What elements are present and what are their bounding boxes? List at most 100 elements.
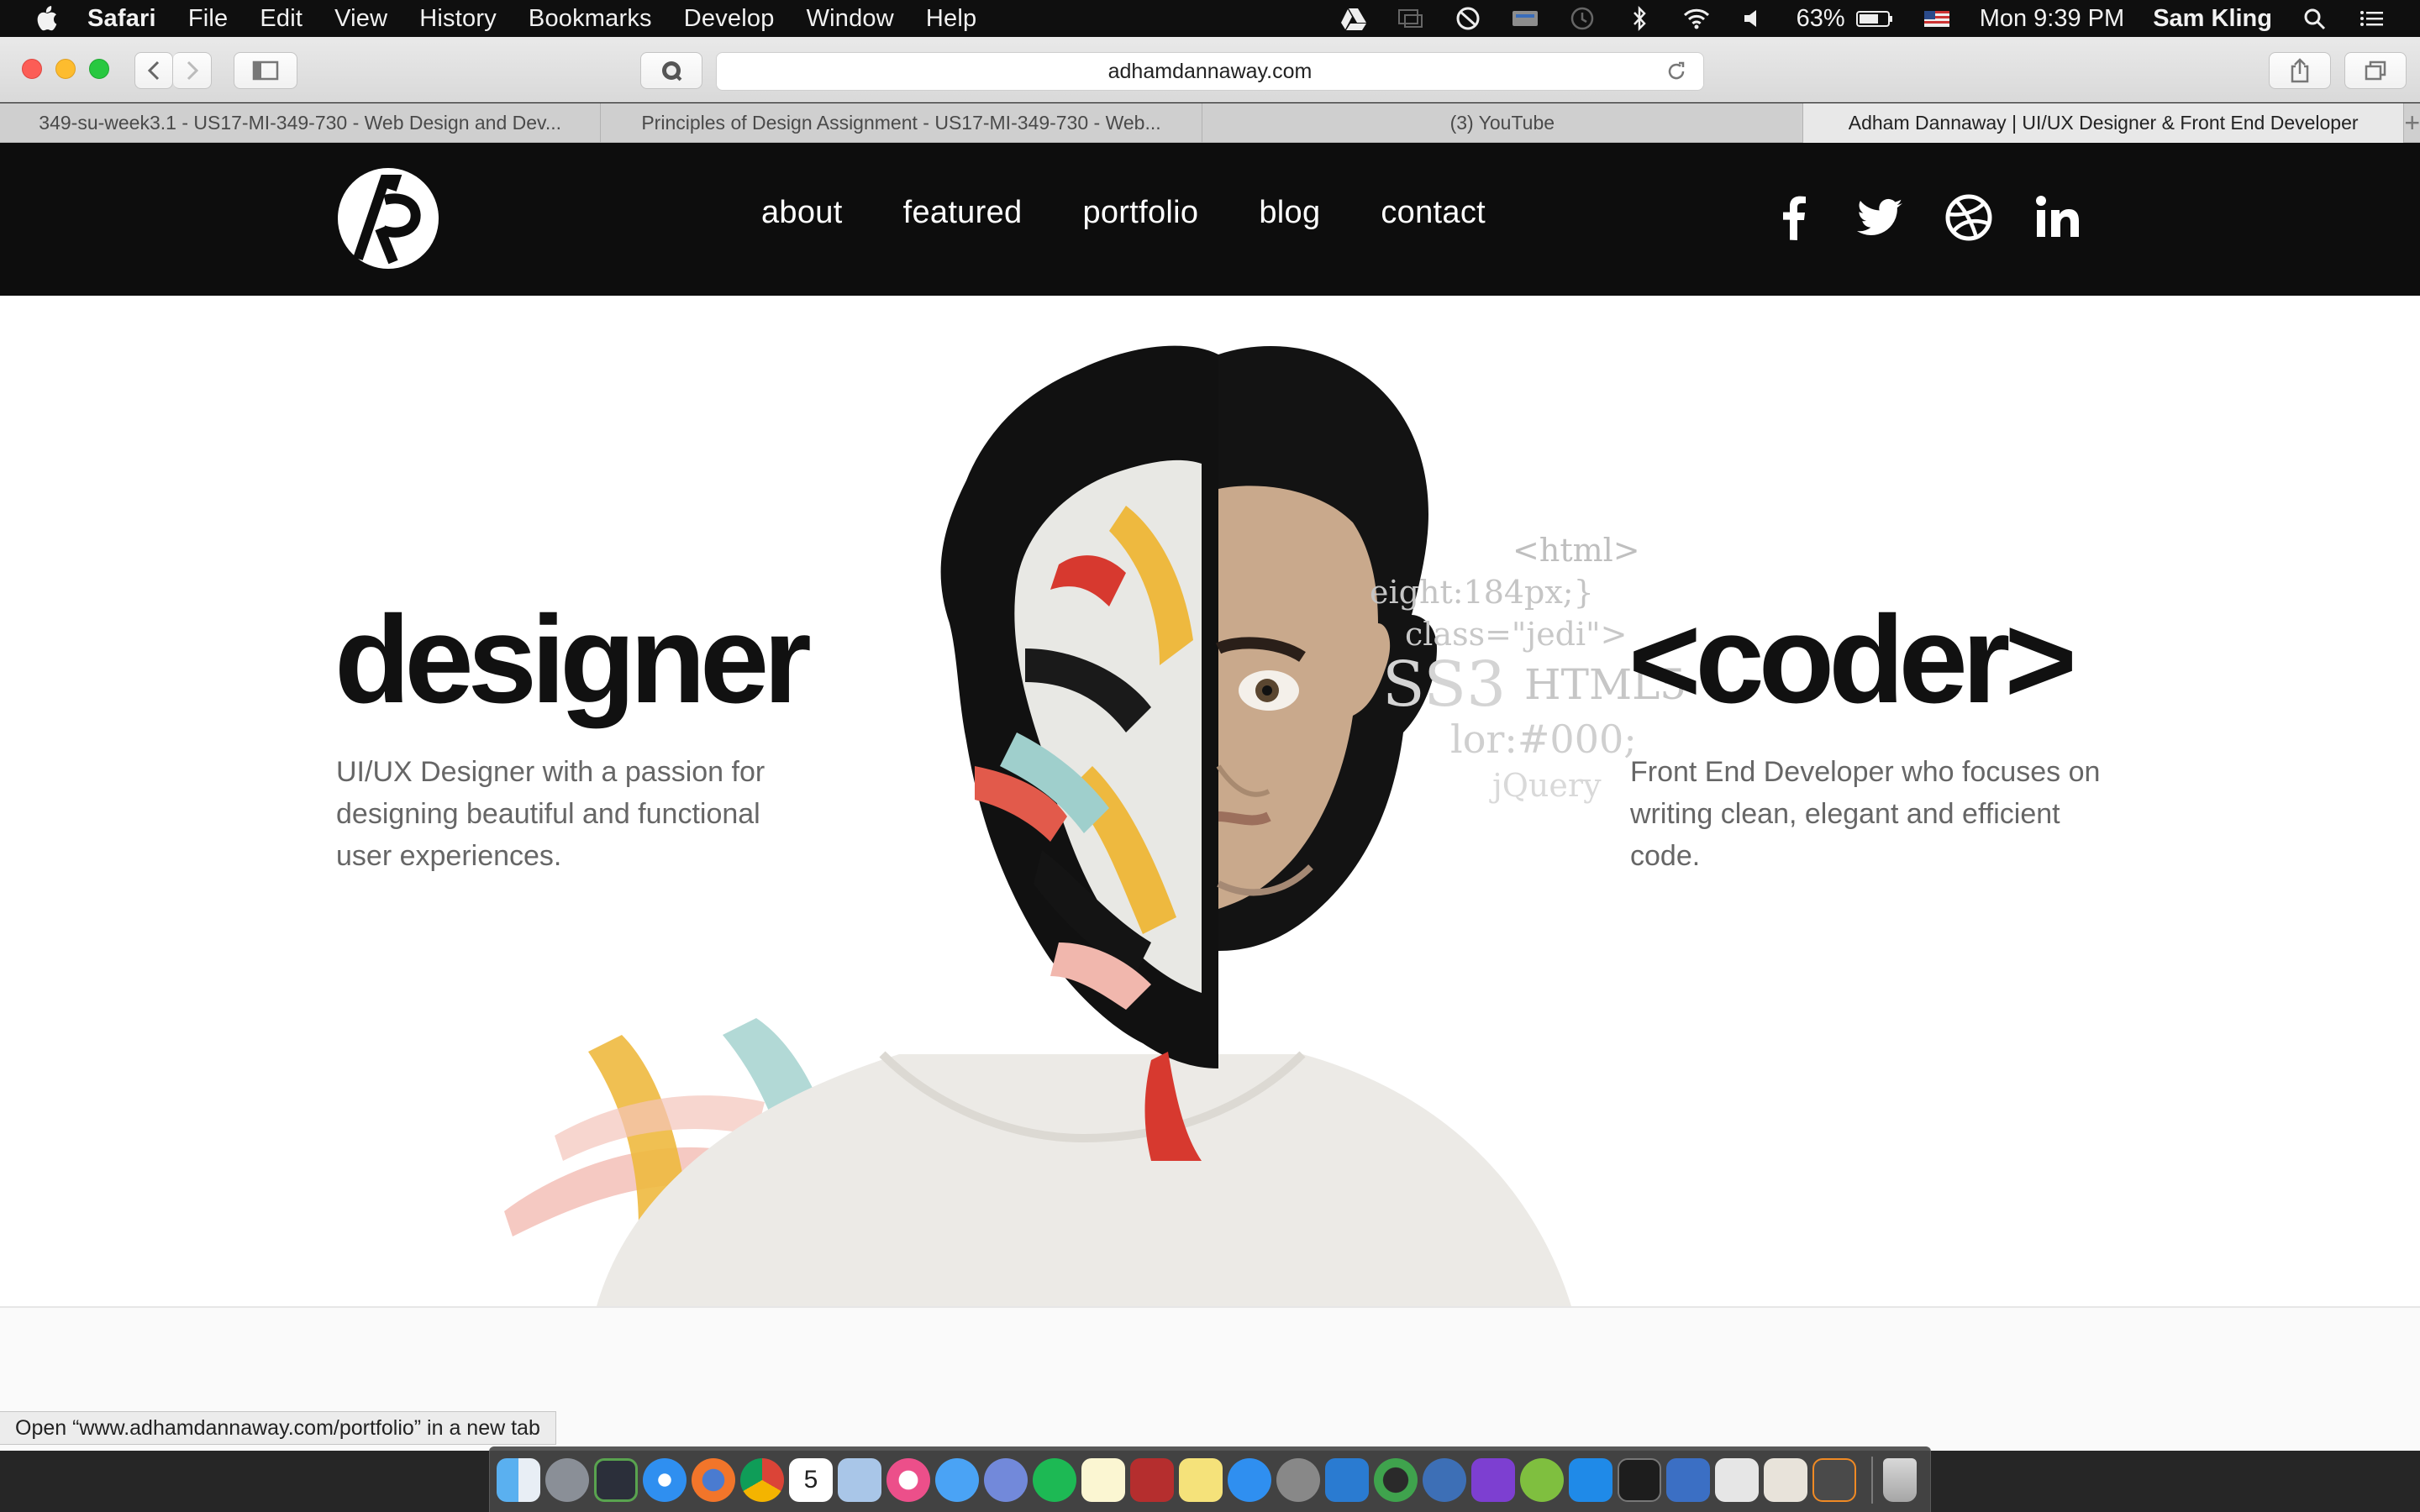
- firefox-icon[interactable]: [692, 1457, 735, 1502]
- menu-file[interactable]: File: [188, 5, 229, 33]
- remote-desktop-icon[interactable]: [1666, 1457, 1710, 1502]
- android-studio-icon[interactable]: [1520, 1457, 1564, 1502]
- linkedin-icon[interactable]: [2032, 192, 2084, 244]
- wifi-icon[interactable]: [1682, 6, 1711, 31]
- us-flag-icon[interactable]: [1923, 6, 1951, 31]
- preview-icon[interactable]: [838, 1457, 881, 1502]
- system-preferences-icon[interactable]: [1276, 1457, 1320, 1502]
- stickies-icon[interactable]: [1179, 1457, 1223, 1502]
- share-icon: [2291, 58, 2309, 83]
- search-icon: [662, 61, 682, 81]
- dock-separator: [1871, 1456, 1873, 1504]
- sidebar-icon: [252, 60, 279, 81]
- tab-web-design-week[interactable]: 349-su-week3.1 - US17-MI-349-730 - Web D…: [0, 103, 602, 143]
- discord-icon[interactable]: [984, 1457, 1028, 1502]
- eclipse-icon[interactable]: [1374, 1457, 1418, 1502]
- phpstorm-icon[interactable]: [1471, 1457, 1515, 1502]
- finder-icon[interactable]: [497, 1457, 540, 1502]
- menu-develop[interactable]: Develop: [684, 5, 775, 33]
- new-tab-button[interactable]: +: [2404, 103, 2420, 142]
- link-status-bar: Open “www.adhamdannaway.com/portfolio” i…: [0, 1411, 556, 1445]
- nav-featured[interactable]: featured: [903, 195, 1023, 231]
- mission-control-icon[interactable]: [594, 1457, 638, 1502]
- browser-toolbar: adhamdannaway.com: [0, 37, 2420, 102]
- menu-help[interactable]: Help: [926, 5, 976, 33]
- address-bar[interactable]: adhamdannaway.com: [716, 52, 1704, 91]
- site-header: about featured portfolio blog contact: [0, 143, 2420, 296]
- sublime-icon[interactable]: [1812, 1457, 1856, 1502]
- pages-icon[interactable]: [1715, 1457, 1759, 1502]
- menu-bookmarks[interactable]: Bookmarks: [529, 5, 652, 33]
- spotify-icon[interactable]: [1033, 1457, 1076, 1502]
- xcode-icon[interactable]: [1569, 1457, 1612, 1502]
- forward-button[interactable]: [173, 52, 212, 89]
- r-icon[interactable]: [1423, 1457, 1466, 1502]
- designer-heading: designer: [334, 591, 812, 729]
- menu-history[interactable]: History: [419, 5, 497, 33]
- bluetooth-icon[interactable]: [1625, 5, 1654, 32]
- spotlight-search-icon[interactable]: [2301, 6, 2329, 31]
- app-store-icon[interactable]: [1228, 1457, 1271, 1502]
- safari-icon[interactable]: [643, 1457, 687, 1502]
- itunes-icon[interactable]: [886, 1457, 930, 1502]
- show-tabs-button[interactable]: [2344, 52, 2407, 89]
- volume-icon[interactable]: [1739, 6, 1768, 31]
- calendar-icon[interactable]: 5: [789, 1457, 833, 1502]
- code-snippet-class: class="jedi">: [1405, 616, 1627, 653]
- visual-studio-code-icon[interactable]: [1325, 1457, 1369, 1502]
- tab-principles-of-design[interactable]: Principles of Design Assignment - US17-M…: [601, 103, 1202, 143]
- coder-description: Front End Developer who focuses on writi…: [1630, 756, 2101, 872]
- site-logo[interactable]: [336, 166, 440, 270]
- notification-center-icon[interactable]: [2358, 6, 2386, 31]
- launchpad-icon[interactable]: [545, 1457, 589, 1502]
- calendar-day: 5: [803, 1465, 818, 1494]
- nav-portfolio[interactable]: portfolio: [1082, 195, 1198, 231]
- nav-contact[interactable]: contact: [1381, 195, 1486, 231]
- coder-heading: <coder>: [1628, 591, 2077, 729]
- code-snippet-height: eight:184px;}: [1370, 574, 1594, 611]
- code-snippet-css3: SS3: [1382, 648, 1506, 721]
- minimize-window-button[interactable]: [55, 59, 76, 79]
- menu-safari[interactable]: Safari: [87, 5, 156, 33]
- search-engine-button[interactable]: [640, 52, 702, 89]
- dock: 5: [489, 1446, 1931, 1512]
- dribbble-icon[interactable]: [1943, 192, 1995, 244]
- close-window-button[interactable]: [22, 59, 42, 79]
- time-machine-icon[interactable]: [1568, 6, 1597, 31]
- screen-mirror-icon[interactable]: [1397, 6, 1425, 31]
- tab-adham-dannaway[interactable]: Adham Dannaway | UI/UX Designer & Front …: [1802, 103, 2405, 143]
- notes-icon[interactable]: [1081, 1457, 1125, 1502]
- twitter-icon[interactable]: [1854, 192, 1906, 244]
- reload-icon[interactable]: [1665, 60, 1688, 83]
- tab-youtube[interactable]: (3) YouTube: [1202, 103, 1803, 143]
- facebook-icon[interactable]: [1768, 192, 1820, 244]
- clock[interactable]: Mon 9:39 PM: [1980, 5, 2124, 33]
- keyboard-icon[interactable]: [1511, 6, 1539, 31]
- nav-about[interactable]: about: [761, 195, 843, 231]
- battery-icon[interactable]: [1855, 6, 1894, 31]
- trash-icon[interactable]: [1883, 1457, 1917, 1502]
- apple-menu-icon[interactable]: [34, 4, 59, 33]
- nav-blog[interactable]: blog: [1259, 195, 1320, 231]
- user-name[interactable]: Sam Kling: [2153, 5, 2272, 33]
- zoom-window-button[interactable]: [89, 59, 109, 79]
- menu-view[interactable]: View: [334, 5, 387, 33]
- do-not-disturb-icon[interactable]: [1454, 6, 1482, 31]
- chevron-left-icon: [147, 60, 160, 81]
- photo-booth-icon[interactable]: [1130, 1457, 1174, 1502]
- tab-bar: 349-su-week3.1 - US17-MI-349-730 - Web D…: [0, 103, 2420, 143]
- menu-edit[interactable]: Edit: [260, 5, 302, 33]
- share-button[interactable]: [2269, 52, 2331, 89]
- menu-bar: Safari File Edit View History Bookmarks …: [0, 0, 2420, 37]
- sidebar-toggle-button[interactable]: [234, 52, 297, 89]
- slack-icon[interactable]: [1764, 1457, 1807, 1502]
- terminal-icon[interactable]: [1618, 1457, 1661, 1502]
- code-snippet-jquery: jQuery: [1489, 767, 1602, 804]
- back-button[interactable]: [134, 52, 173, 89]
- plus-icon: +: [2404, 107, 2420, 138]
- code-snippet-html-tag: <html>: [1512, 532, 1640, 569]
- chrome-icon[interactable]: [740, 1457, 784, 1502]
- messages-icon[interactable]: [935, 1457, 979, 1502]
- menu-window[interactable]: Window: [807, 5, 894, 33]
- google-drive-icon[interactable]: [1339, 6, 1368, 31]
